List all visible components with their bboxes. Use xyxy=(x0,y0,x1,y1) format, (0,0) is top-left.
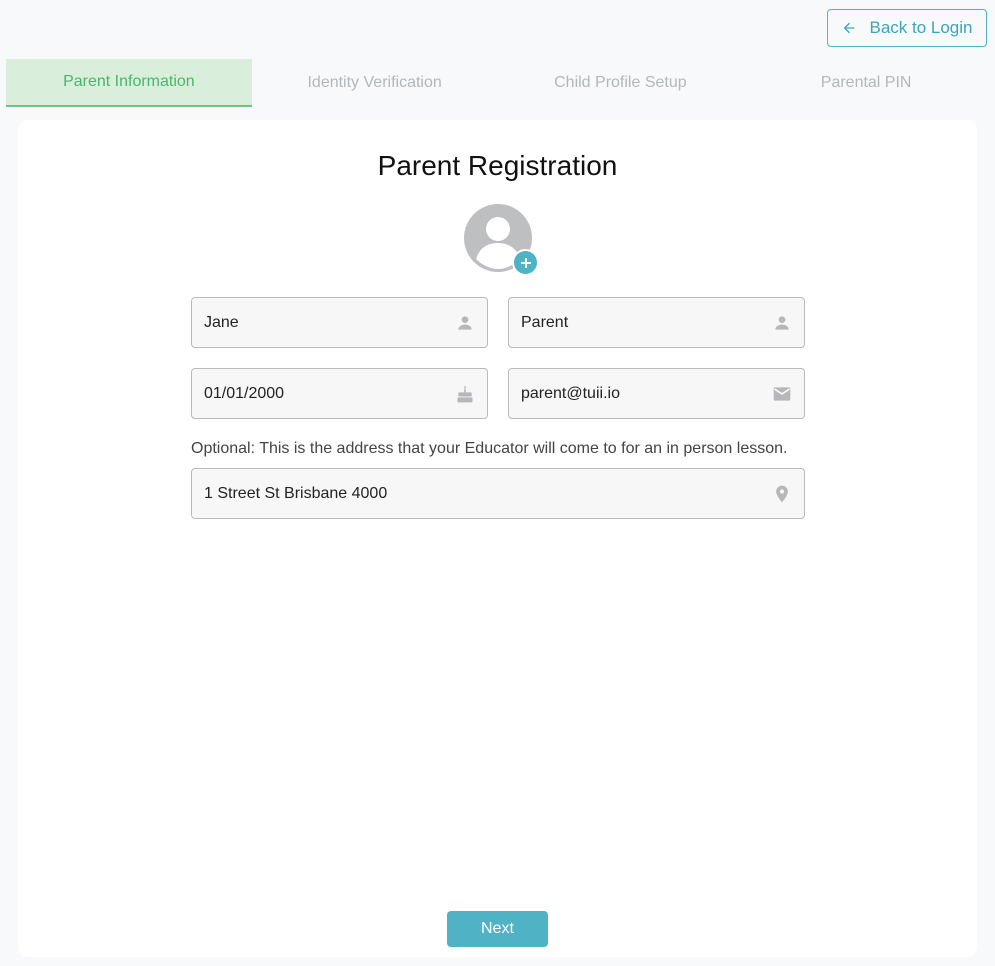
registration-card: Parent Registration Option xyxy=(18,120,977,957)
back-to-login-button[interactable]: Back to Login xyxy=(827,9,987,47)
step-parent-information[interactable]: Parent Information xyxy=(6,59,252,107)
address-field[interactable] xyxy=(191,468,805,519)
mail-icon xyxy=(772,384,792,404)
location-pin-icon xyxy=(772,484,792,504)
last-name-input[interactable] xyxy=(521,313,772,332)
registration-stepper: Parent Information Identity Verification… xyxy=(6,59,989,107)
next-button[interactable]: Next xyxy=(447,911,548,947)
avatar-upload-button[interactable] xyxy=(464,204,540,276)
page-title: Parent Registration xyxy=(377,150,618,181)
step-label: Parental PIN xyxy=(820,74,912,91)
person-icon xyxy=(455,313,475,333)
email-input[interactable] xyxy=(521,384,772,403)
step-label: Child Profile Setup xyxy=(554,74,687,91)
email-field[interactable] xyxy=(508,368,805,419)
arrow-left-icon xyxy=(844,22,855,34)
date-of-birth-input[interactable] xyxy=(204,384,455,403)
person-icon xyxy=(772,313,792,333)
back-to-login-label: Back to Login xyxy=(869,18,973,37)
plus-icon xyxy=(512,249,539,276)
last-name-field[interactable] xyxy=(508,297,805,348)
address-helper-text: Optional: This is the address that your … xyxy=(191,440,788,457)
step-label: Identity Verification xyxy=(307,74,442,91)
address-input[interactable] xyxy=(204,484,772,503)
date-of-birth-field[interactable] xyxy=(191,368,488,419)
step-identity-verification[interactable]: Identity Verification xyxy=(252,59,498,107)
first-name-input[interactable] xyxy=(204,313,455,332)
step-child-profile-setup[interactable]: Child Profile Setup xyxy=(498,59,744,107)
step-parental-pin[interactable]: Parental PIN xyxy=(743,59,989,107)
step-label: Parent Information xyxy=(63,73,195,90)
first-name-field[interactable] xyxy=(191,297,488,348)
cake-icon xyxy=(455,384,475,404)
